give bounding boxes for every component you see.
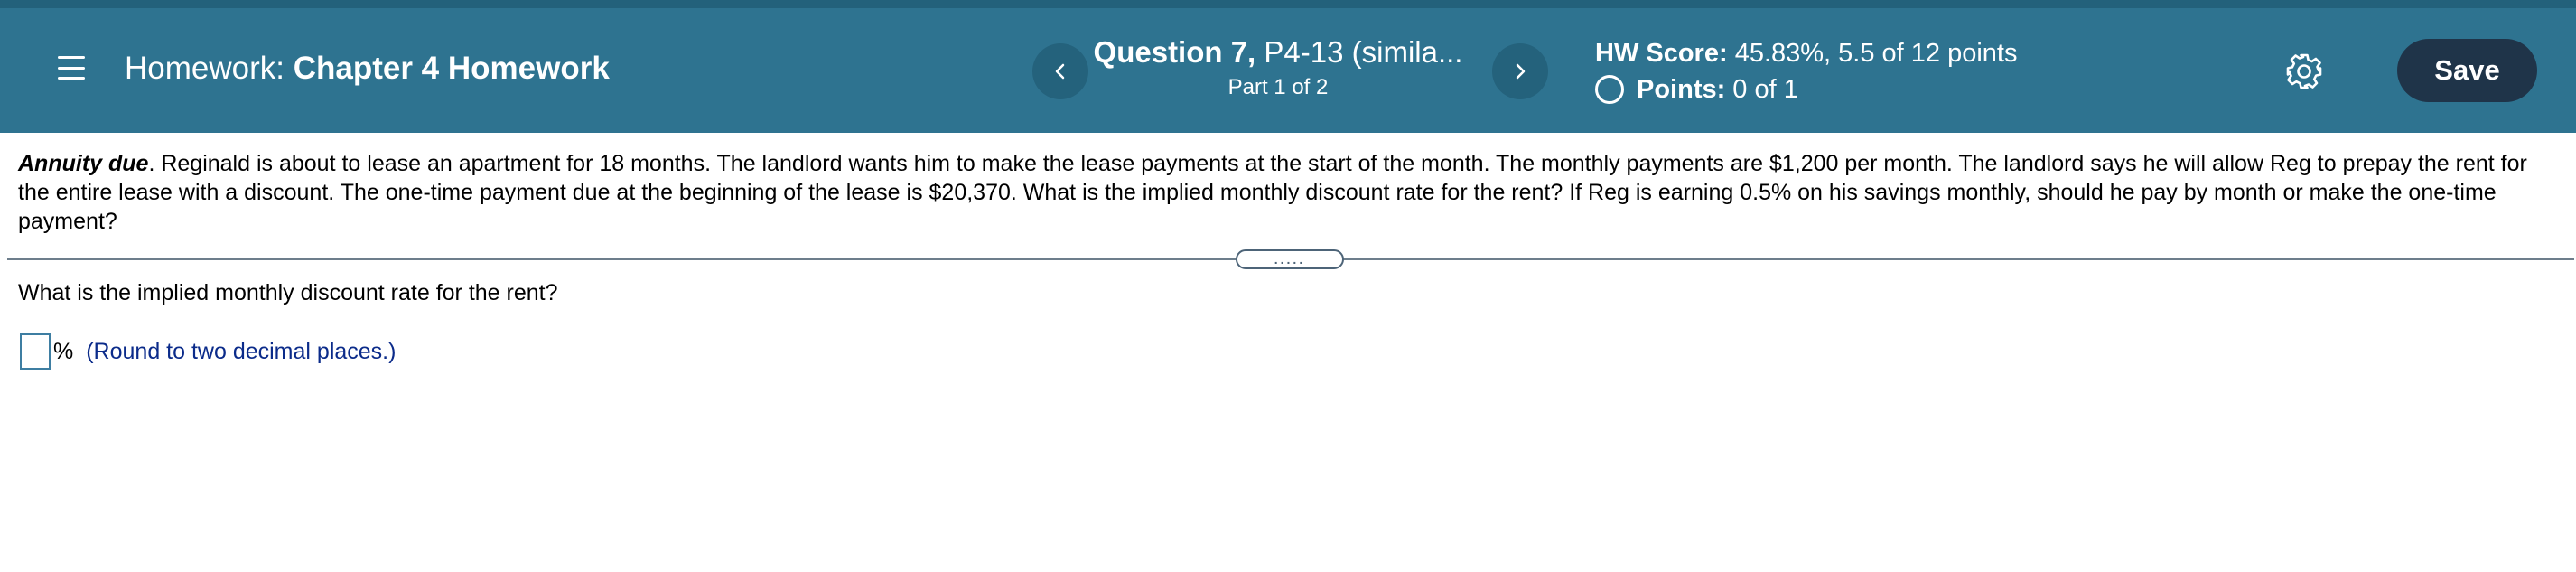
question-info: Question 7, P4-13 (simila... Part 1 of 2 [1084, 34, 1472, 101]
homework-title-name: Chapter 4 Homework [293, 51, 610, 86]
question-reference: P4-13 (simila... [1264, 35, 1463, 69]
percent-unit: % [53, 338, 74, 364]
question-title: Question 7, P4-13 (simila... [1084, 34, 1472, 70]
answer-row: % (Round to two decimal places.) [20, 333, 396, 370]
points-label: Points: [1637, 75, 1726, 104]
hw-score: HW Score: 45.83%, 5.5 of 12 points [1595, 35, 2018, 71]
drag-handle-dots-icon: ..... [1274, 252, 1306, 267]
homework-title: Homework: Chapter 4 Homework [125, 51, 610, 87]
top-bar: Homework: Chapter 4 Homework Question 7,… [0, 0, 2576, 133]
pane-resize-handle[interactable]: ..... [1236, 249, 1344, 269]
next-question-button[interactable] [1492, 43, 1548, 99]
problem-statement: Annuity due. Reginald is about to lease … [18, 149, 2547, 236]
problem-body: . Reginald is about to lease an apartmen… [18, 151, 2527, 234]
top-bar-edge [0, 0, 2576, 8]
hw-score-value: 45.83%, 5.5 of 12 points [1734, 39, 2018, 68]
question-prompt: What is the implied monthly discount rat… [18, 280, 558, 305]
settings-button[interactable] [2285, 52, 2323, 90]
hw-score-label: HW Score: [1595, 39, 1728, 68]
previous-question-button[interactable] [1032, 43, 1088, 99]
chevron-right-icon [1516, 63, 1526, 80]
gear-icon [2286, 53, 2322, 89]
problem-lead: Annuity due [18, 151, 149, 176]
rounding-hint: (Round to two decimal places.) [86, 338, 397, 364]
save-button[interactable]: Save [2397, 39, 2537, 102]
chevron-left-icon [1055, 63, 1065, 80]
points-value: 0 of 1 [1732, 75, 1798, 104]
score-panel: HW Score: 45.83%, 5.5 of 12 points Point… [1595, 35, 2018, 108]
hamburger-menu-icon[interactable] [58, 56, 85, 80]
question-number: Question 7, [1093, 35, 1256, 69]
discount-rate-input[interactable] [20, 333, 51, 370]
points-status-circle-icon [1595, 75, 1624, 104]
question-part: Part 1 of 2 [1227, 75, 1329, 99]
points-row: Points: 0 of 1 [1595, 71, 2018, 108]
homework-title-prefix: Homework: [125, 51, 285, 86]
